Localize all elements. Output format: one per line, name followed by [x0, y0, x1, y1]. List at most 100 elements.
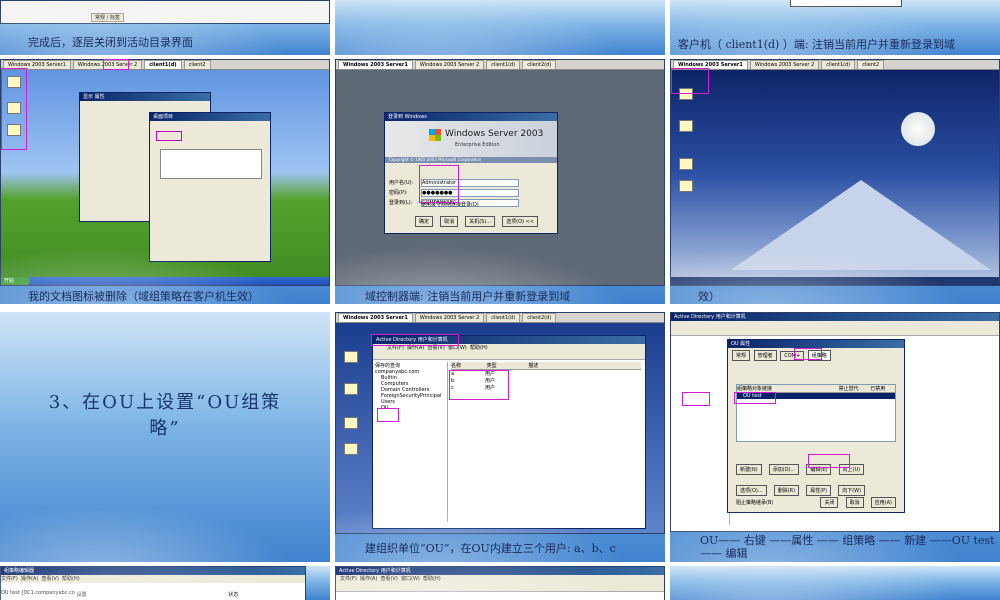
- highlight-gpo-tab: [794, 348, 822, 360]
- close-button[interactable]: 关闭: [820, 497, 839, 508]
- slide-10: 组策略编辑器 文件(F) 操作(A) 查看(V) 帮助(H) OU test […: [0, 566, 330, 600]
- slide-8-vm-tabs: Windows 2003 Server1 Windows 2003 Server…: [336, 313, 664, 323]
- menu-file[interactable]: 文件(F): [340, 576, 357, 582]
- ad-window-title: Active Directory 用户和计算机: [336, 567, 664, 575]
- desktop-icon[interactable]: [679, 120, 693, 132]
- vm-tab-client1[interactable]: client1(d): [486, 60, 521, 69]
- login-copyright: Copyright © 1985-2003 Microsoft Corporat…: [385, 157, 557, 163]
- desktop-icon[interactable]: [679, 180, 693, 192]
- slide-11-screenshot: Active Directory 用户和计算机 文件(F) 操作(A) 查看(V…: [335, 566, 665, 600]
- desktop-icon[interactable]: [344, 443, 358, 455]
- vm-tab-server1[interactable]: Windows 2003 Server1: [338, 60, 413, 69]
- vm-tab-client1[interactable]: client1(d): [821, 60, 856, 69]
- col-desc[interactable]: 描述: [528, 363, 538, 369]
- desktop-icon[interactable]: [344, 383, 358, 395]
- col-setting[interactable]: 设置: [77, 591, 227, 598]
- slide-5: Windows 2003 Server1 Windows 2003 Server…: [335, 59, 665, 304]
- dialog-footer: 关闭 取消 应用(A): [820, 489, 898, 508]
- slide-8-caption: 建组织单位“OU”，在OU内建立三个用户: a、b、c: [365, 542, 616, 555]
- slide-10-screenshot: 组策略编辑器 文件(F) 操作(A) 查看(V) 帮助(H) OU test […: [0, 566, 306, 600]
- slide-1-tab-general[interactable]: 常规: [95, 15, 105, 21]
- vm-tab-client2[interactable]: client2: [857, 60, 885, 69]
- gp-tree-root[interactable]: OU test [DC1.companyabc.com] 策略: [1, 589, 75, 596]
- mountain-graphic: [731, 180, 991, 270]
- vm-tab-server2[interactable]: Windows 2003 Server 2: [749, 60, 820, 69]
- ok-button[interactable]: 确定: [415, 216, 434, 227]
- col-type[interactable]: 类型: [487, 362, 527, 369]
- menu-view[interactable]: 查看(V): [380, 576, 397, 582]
- desktop-icon[interactable]: [679, 158, 693, 170]
- cancel-button[interactable]: 取消: [440, 216, 459, 227]
- menu-window[interactable]: 窗口(W): [401, 576, 420, 582]
- display-properties-title: 显示 属性: [80, 93, 210, 101]
- login-dialog-title: 登录到 Windows: [385, 113, 557, 121]
- ad-window-title: Active Directory 用户和计算机: [671, 313, 999, 321]
- slide-1: 常规 / 标签 完成后，逐层关闭到活动目录界面: [0, 0, 330, 55]
- ad-tree-pane: [673, 337, 730, 525]
- gp-menu-bar: 文件(F) 操作(A) 查看(V) 帮助(H): [1, 575, 305, 583]
- delete-button[interactable]: 删除(R): [773, 485, 800, 496]
- new-gpo-button[interactable]: 新建(N): [736, 464, 762, 475]
- col-status[interactable]: 状态: [228, 592, 238, 598]
- desktop-icons-list[interactable]: [160, 149, 262, 179]
- login-dialog: 登录到 Windows Windows Server 2003 Enterpri…: [384, 112, 558, 234]
- slide-6-vm-tabs: Windows 2003 Server1 Windows 2003 Server…: [671, 60, 999, 70]
- tab-general[interactable]: 常规: [732, 350, 751, 361]
- vm-tab-client1[interactable]: client1(d): [144, 60, 182, 69]
- menu-file[interactable]: 文件(F): [1, 576, 18, 582]
- ad-users-window: Active Directory 用户和计算机 文件(F) 操作(A) 查看(V…: [372, 335, 646, 529]
- list-header: 名称 类型 描述: [451, 362, 641, 370]
- desktop-items-dialog: 桌面项目: [149, 112, 271, 262]
- shutdown-button[interactable]: 关机(S)...: [465, 216, 496, 227]
- menu-action[interactable]: 操作(A): [360, 576, 377, 582]
- menu-help[interactable]: 帮助(H): [423, 576, 441, 582]
- vm-tab-client2[interactable]: client2: [183, 60, 211, 69]
- highlight-gpo-item: [734, 392, 776, 404]
- slide-3-screen-fragment: [790, 0, 902, 7]
- slide-7: 3、在OU上设置“OU组策略”: [0, 312, 330, 562]
- apply-button[interactable]: 应用(A): [870, 497, 896, 508]
- slide-7-title: 3、在OU上设置“OU组策略”: [48, 392, 282, 439]
- vm-tab-client1[interactable]: client1(d): [486, 313, 521, 322]
- ad-menu-bar: [671, 321, 999, 336]
- menu-help[interactable]: 帮助(H): [470, 345, 488, 351]
- slide-1-tab-label[interactable]: 标签: [110, 15, 120, 21]
- menu-action[interactable]: 操作(A): [21, 576, 38, 582]
- cancel-button[interactable]: 取消: [845, 497, 864, 508]
- slide-1-screenshot: 常规 / 标签: [0, 0, 330, 24]
- vm-tab-client2[interactable]: client2(d): [522, 313, 557, 322]
- taskbar: 开始: [1, 277, 329, 285]
- menu-help[interactable]: 帮助(H): [62, 576, 80, 582]
- col-name[interactable]: 名称: [451, 362, 485, 369]
- desktop-icon[interactable]: [344, 351, 358, 363]
- slide-9: Active Directory 用户和计算机 OU 属性 常规 管理者 COM…: [670, 312, 1000, 562]
- vm-tab-server2[interactable]: Windows 2003 Server 2: [414, 60, 485, 69]
- tree-saved-queries[interactable]: 保存的查询: [375, 362, 447, 369]
- slide-8: Windows 2003 Server1 Windows 2003 Server…: [335, 312, 665, 562]
- slide-5-vm-tabs: Windows 2003 Server1 Windows 2003 Server…: [336, 60, 664, 70]
- slide-5-caption: 域控制器端: 注销当前用户并重新登录到域: [365, 290, 571, 303]
- highlight-window-title: [371, 334, 459, 346]
- desktop-icon[interactable]: [344, 417, 358, 429]
- start-button[interactable]: 开始: [1, 277, 30, 285]
- login-edition: Enterprise Edition: [455, 142, 500, 148]
- add-gpo-button[interactable]: 添加(D)...: [768, 464, 800, 475]
- col-gpo-link[interactable]: 组策略对象链接: [737, 385, 837, 392]
- highlight-vm-tab: [671, 68, 709, 94]
- vm-tab-client2[interactable]: client2(d): [522, 60, 557, 69]
- slide-3: 客户机（ client1(d) ）端: 注销当前用户并重新登录到域: [670, 0, 1000, 55]
- my-documents-checkbox-highlight[interactable]: [156, 131, 182, 141]
- vm-tab-server1[interactable]: Windows 2003 Server1: [338, 313, 413, 322]
- col-disabled[interactable]: 已禁用: [870, 386, 885, 392]
- tab-managed-by[interactable]: 管理者: [753, 350, 777, 361]
- login-buttons: 确定 取消 关机(S)... 选项(O) <<: [415, 208, 540, 227]
- gp-editor-title: 组策略编辑器: [1, 567, 305, 575]
- col-no-override[interactable]: 禁止替代: [839, 385, 869, 392]
- menu-view[interactable]: 查看(V): [41, 576, 58, 582]
- vm-tab-server2[interactable]: Windows 2003 Server 2: [414, 313, 485, 322]
- slide-2: [335, 0, 665, 55]
- slide-4-caption: 我的文档图标被删除（域组策略在客户机生效）: [28, 290, 259, 303]
- login-brand: Windows Server 2003: [445, 129, 544, 139]
- options-button[interactable]: 选项(O) <<: [502, 216, 538, 227]
- options-button[interactable]: 选项(O)...: [736, 485, 767, 496]
